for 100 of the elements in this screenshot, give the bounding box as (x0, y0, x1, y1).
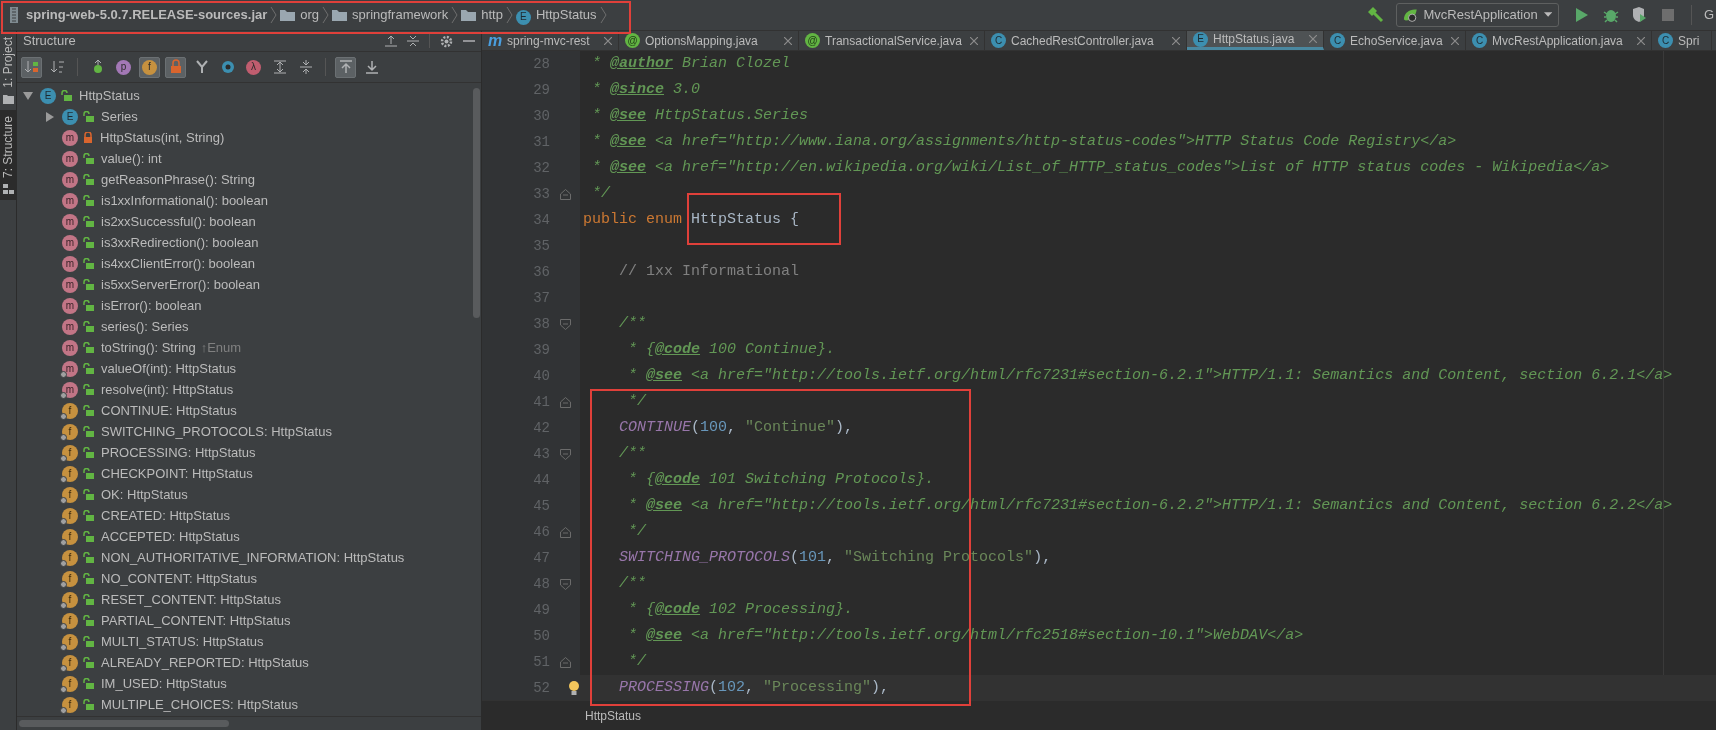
tree-item[interactable]: m resolve(int): HttpStatus (43, 379, 471, 400)
code-line: /** (618, 573, 646, 594)
tree-item[interactable]: f SWITCHING_PROTOCOLS: HttpStatus (43, 421, 471, 442)
close-icon[interactable] (1309, 35, 1317, 43)
tree-item[interactable]: m is3xxRedirection(): boolean (43, 232, 471, 253)
tree-item[interactable]: f CONTINUE: HttpStatus (43, 400, 471, 421)
collapsed-arrow-icon[interactable] (45, 111, 55, 122)
tree-item[interactable]: m series(): Series (43, 316, 471, 337)
method-icon: m (62, 360, 78, 377)
code-line: */ (591, 183, 610, 204)
tree-item[interactable]: f CHECKPOINT: HttpStatus (43, 463, 471, 484)
tree-item[interactable]: m is2xxSuccessful(): boolean (43, 211, 471, 232)
method-icon: m (62, 381, 78, 398)
editor-tab[interactable]: @ TransactionalService.java (799, 31, 985, 50)
tree-item[interactable]: m isError(): boolean (43, 295, 471, 316)
tool-window-tab[interactable]: 7: Structure (0, 109, 17, 200)
field-icon: f (62, 654, 78, 671)
breadcrumb-item[interactable]: HttpStatus (585, 706, 642, 725)
editor-tab[interactable]: C Spri (1652, 31, 1712, 50)
editor-tab[interactable]: m spring-mvc-rest (482, 31, 619, 50)
toolbar-button[interactable] (21, 56, 42, 78)
play-icon[interactable] (1574, 7, 1589, 23)
sort-visibility-icon (23, 59, 40, 75)
close-icon[interactable] (970, 36, 978, 45)
fold-marker-icon[interactable] (559, 396, 571, 408)
tree-item[interactable]: m is1xxInformational(): boolean (43, 190, 471, 211)
editor-tab[interactable]: @ OptionsMapping.java (619, 31, 799, 50)
editor-tab[interactable]: E HttpStatus.java (1187, 31, 1324, 50)
close-icon[interactable] (784, 36, 792, 45)
field-icon: f (62, 570, 78, 587)
tree-item[interactable]: m toString(): String ↑Enum (43, 337, 471, 358)
tree-item[interactable]: m is4xxClientError(): boolean (43, 253, 471, 274)
stop-icon[interactable] (1660, 8, 1675, 22)
tree-item[interactable]: f PARTIAL_CONTENT: HttpStatus (43, 610, 471, 631)
fold-marker-icon[interactable] (559, 318, 571, 330)
module-icon: m (488, 33, 502, 48)
scrollbar[interactable] (472, 88, 480, 318)
editor-tab[interactable]: C MvcRestApplication.java (1466, 31, 1652, 50)
editor-tab[interactable]: C EchoService.java (1324, 31, 1466, 50)
tree-item[interactable]: f NO_CONTENT: HttpStatus (43, 568, 471, 589)
coverage-shield-icon[interactable] (1630, 7, 1647, 23)
field-icon: f (62, 549, 78, 566)
method-icon: m (62, 255, 78, 272)
code-line: * @see <a href="http://en.wikipedia.org/wiki/List_of_HTTP_status_codes">List of HTTP status codes - Wikipedia</a> (591, 157, 1610, 178)
collapse-icon (297, 59, 314, 75)
code-line: */ (627, 391, 646, 412)
tree-item[interactable]: m getReasonPhrase(): String (43, 169, 471, 190)
fold-marker-icon[interactable] (559, 656, 571, 668)
toolbar-button[interactable] (165, 56, 186, 78)
close-icon[interactable] (1172, 36, 1180, 45)
close-icon[interactable] (1637, 36, 1645, 45)
tree-item[interactable]: f ALREADY_REPORTED: HttpStatus (43, 652, 471, 673)
hierarchy-icon (193, 59, 210, 75)
breadcrumb-item[interactable]: HttpStatus (535, 5, 597, 25)
tree-item[interactable]: m valueOf(int): HttpStatus (43, 358, 471, 379)
code-line: */ (627, 521, 646, 542)
autoscroll-to-icon (363, 59, 380, 75)
bug-icon[interactable] (1602, 7, 1619, 23)
field-icon: f (62, 423, 78, 440)
breadcrumb-item[interactable]: http (481, 5, 503, 25)
tree-item[interactable]: E Series (43, 106, 471, 127)
folder-icon (461, 9, 477, 21)
class-icon: C (1658, 33, 1673, 48)
breadcrumb-item[interactable]: org (300, 5, 320, 25)
tree-item[interactable]: f NON_AUTHORITATIVE_INFORMATION: HttpStatus (43, 547, 471, 568)
run-configuration-dropdown[interactable]: MvcRestApplication (1395, 3, 1559, 27)
lightbulb-icon[interactable] (568, 680, 580, 696)
toolbar-button[interactable] (335, 56, 356, 78)
tree-item[interactable]: f MULTI_STATUS: HttpStatus (43, 631, 471, 652)
fold-marker-icon[interactable] (559, 188, 571, 200)
fold-marker-icon[interactable] (559, 578, 571, 590)
fold-marker-icon[interactable] (559, 526, 571, 538)
tree-item[interactable]: f RESET_CONTENT: HttpStatus (43, 589, 471, 610)
collapse-all-icon[interactable] (407, 35, 419, 47)
tree-item[interactable]: m HttpStatus(int, String) (43, 127, 471, 148)
close-icon[interactable] (1451, 36, 1459, 45)
tree-item[interactable]: m value(): int (43, 148, 471, 169)
tool-window-tab[interactable]: 1: Project (0, 31, 17, 110)
fold-marker-icon[interactable] (559, 448, 571, 460)
tree-item[interactable]: f OK: HttpStatus (43, 484, 471, 505)
toolbar-label[interactable]: G (1703, 5, 1714, 25)
code-line: public enum HttpStatus { (582, 209, 800, 230)
tree-item[interactable]: f ACCEPTED: HttpStatus (43, 526, 471, 547)
breadcrumb-item[interactable]: springframework (352, 5, 449, 25)
tree-item[interactable]: f IM_USED: HttpStatus (43, 673, 471, 694)
enum-icon: E (515, 9, 531, 25)
tree-item[interactable]: f MULTIPLE_CHOICES: HttpStatus (43, 694, 471, 715)
close-icon[interactable] (604, 36, 612, 45)
settings-icon[interactable] (440, 34, 453, 48)
expand-all-icon[interactable] (385, 35, 397, 47)
tree-item[interactable]: f PROCESSING: HttpStatus (43, 442, 471, 463)
tree-item[interactable]: f CREATED: HttpStatus (43, 505, 471, 526)
expanded-arrow-icon[interactable] (23, 90, 33, 101)
field-icon: f (62, 675, 78, 692)
method-icon: m (62, 297, 78, 314)
scrollbar[interactable] (19, 720, 229, 727)
annotation-icon: @ (805, 33, 820, 48)
tree-item[interactable]: E HttpStatus (21, 85, 471, 106)
breadcrumb-item[interactable]: spring-web-5.0.7.RELEASE-sources.jar (26, 5, 268, 25)
tree-item[interactable]: m is5xxServerError(): boolean (43, 274, 471, 295)
